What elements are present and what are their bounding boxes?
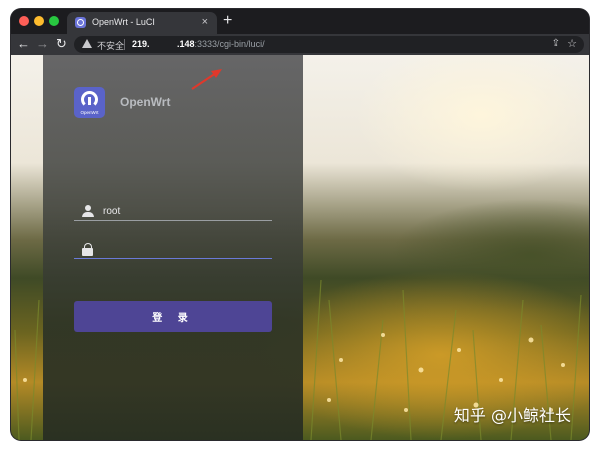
address-bar[interactable]: 不安全 219. .148:3333/cgi-bin/luci/ ⇪ ☆ (74, 36, 584, 53)
zhihu-watermark: 知乎 @小鲸社长 (453, 406, 571, 425)
warning-icon[interactable] (82, 39, 92, 48)
password-field[interactable] (74, 241, 272, 259)
openwrt-favicon-icon (75, 17, 86, 28)
tab-strip: OpenWrt - LuCI × + (11, 9, 589, 34)
login-panel: OpenWrt OpenWrt 登 录 (43, 55, 303, 440)
close-window-button[interactable] (19, 16, 29, 26)
openwrt-logo-icon: OpenWrt (74, 87, 105, 118)
login-button[interactable]: 登 录 (74, 301, 272, 332)
tab-close-icon[interactable]: × (202, 15, 208, 29)
minimize-window-button[interactable] (34, 16, 44, 26)
tab-title: OpenWrt - LuCI (92, 17, 155, 27)
username-input[interactable] (103, 204, 263, 219)
password-input[interactable] (103, 242, 263, 257)
reload-button[interactable]: ↻ (56, 36, 67, 52)
forward-button[interactable]: → (36, 36, 49, 52)
logo-caption: OpenWrt (80, 110, 99, 115)
bookmark-star-icon[interactable]: ☆ (567, 37, 577, 50)
address-separator (124, 39, 125, 50)
username-field[interactable] (74, 203, 272, 221)
user-icon (82, 205, 94, 217)
url-host: 219. (132, 39, 150, 49)
url-host-tail: .148 (177, 39, 195, 49)
back-button[interactable]: ← (17, 36, 30, 52)
brand-name: OpenWrt (120, 95, 171, 109)
url-path: .148:3333/cgi-bin/luci/ (177, 39, 265, 49)
maximize-window-button[interactable] (49, 16, 59, 26)
share-icon[interactable]: ⇪ (552, 38, 560, 49)
page-content: OpenWrt OpenWrt 登 录 知乎 @小鲸社长 (11, 55, 589, 440)
new-tab-button[interactable]: + (223, 11, 232, 31)
browser-toolbar: ← → ↻ 不安全 219. .148:3333/cgi-bin/luci/ ⇪… (11, 34, 589, 55)
tab-openwrt[interactable]: OpenWrt - LuCI × (67, 12, 217, 34)
unlock-icon (82, 243, 94, 256)
url-redacted-segment (154, 41, 176, 47)
power-ring-icon (81, 91, 98, 108)
annotation-arrow-icon (191, 69, 222, 90)
security-status[interactable]: 不安全 (97, 39, 124, 52)
browser-window: OpenWrt - LuCI × + ← → ↻ 不安全 219. .148:3… (11, 9, 589, 440)
url-port-path: :3333/cgi-bin/luci/ (194, 39, 265, 49)
